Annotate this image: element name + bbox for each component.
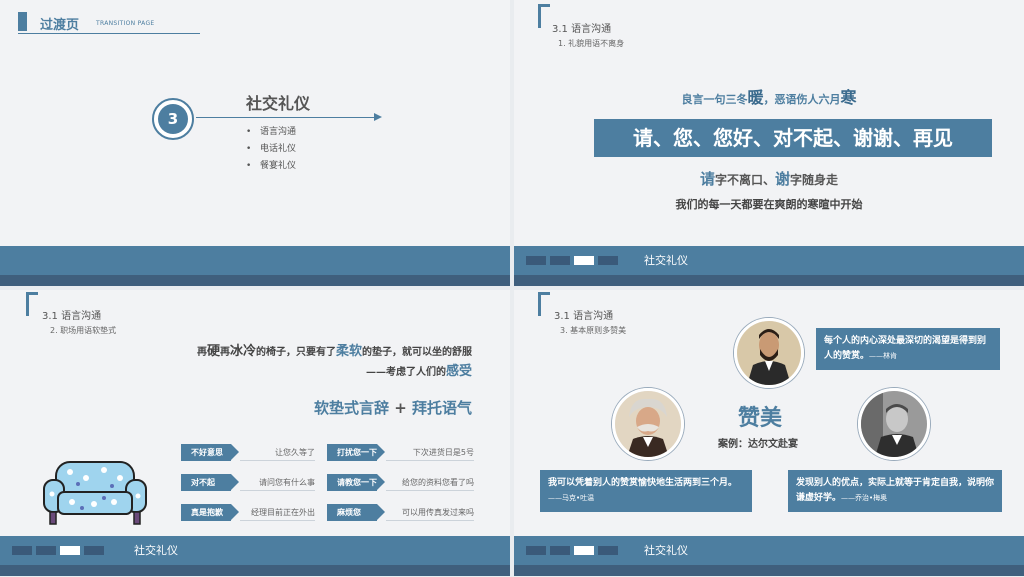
footer-band: 社交礼仪 [514, 536, 1024, 576]
quote-attribution: ——考虑了人们的感受 [365, 364, 472, 379]
footer-square [36, 546, 56, 555]
quote-bubble-twain: 我可以凭着别人的赞赏愉快地生活两到三个月。——马克•吐温 [540, 470, 752, 512]
footer-square [598, 546, 618, 555]
footer-square-active [574, 256, 594, 265]
phrase-text: 让您久等了 [240, 444, 315, 461]
section-number-badge: 3 [152, 98, 194, 140]
section-title: 3.1 语言沟通 [554, 311, 614, 322]
list-item: • 餐宴礼仪 [246, 158, 296, 175]
section-subtitle: 2. 职场用语软垫式 [50, 326, 117, 335]
bullet-icon: • [246, 161, 252, 171]
phrase-text: 给您的资料您看了吗 [386, 474, 474, 491]
phrase-tag: 对不起 [181, 474, 239, 491]
slide-transition[interactable]: 过渡页 TRANSITION PAGE 3 社交礼仪 • 语言沟通 • 电话礼仪 •… [0, 0, 510, 286]
corner-bracket-icon [538, 4, 550, 28]
section-subtitle: 1. 礼貌用语不离身 [558, 39, 625, 48]
corner-bracket-icon [26, 292, 38, 316]
phrase-tag: 麻烦您 [327, 504, 385, 521]
quote: 再硬再冰冷的椅子，只要有了柔软的垫子，就可以坐的舒服 [196, 344, 472, 359]
sofa-icon [43, 461, 147, 525]
list-item: • 语言沟通 [246, 124, 296, 141]
footer-label: 社交礼仪 [644, 544, 688, 557]
footer-square [550, 256, 570, 265]
phrase-tag: 打扰您一下 [327, 444, 385, 461]
divider-line [196, 117, 378, 118]
footer-label: 社交礼仪 [134, 544, 178, 557]
footer-square [550, 546, 570, 555]
tagline: 我们的每一天都要在爽朗的寒暄中开始 [675, 198, 863, 211]
quote-bubble-lincoln: 每个人的内心深处最深切的渴望是得到别人的赞赏。——林肯 [816, 328, 1000, 370]
topic-list: • 语言沟通 • 电话礼仪 • 餐宴礼仪 [246, 124, 296, 175]
portrait-lincoln [734, 318, 804, 388]
corner-bracket-icon [538, 292, 550, 316]
proverb: 良言一句三冬暖，恶语伤人六月寒 [681, 88, 857, 107]
page-subtitle: TRANSITION PAGE [96, 20, 155, 27]
arrow-icon [374, 113, 382, 121]
slide-cushion-language[interactable]: 3.1 语言沟通 2. 职场用语软垫式 再硬再冰冷的椅子，只要有了柔软的垫子，就… [0, 290, 510, 576]
title-bar: 过渡页 TRANSITION PAGE [18, 12, 200, 34]
title-marker [18, 12, 27, 31]
bullet-icon: • [246, 144, 252, 154]
phrase-tag: 真是抱歉 [181, 504, 239, 521]
section-number: 3 [158, 104, 188, 134]
footer-band [0, 246, 510, 286]
footer-square [526, 546, 546, 555]
footer-square [84, 546, 104, 555]
section-title: 3.1 语言沟通 [552, 24, 612, 35]
phrase-text: 下次进货日是5号 [386, 444, 474, 461]
phrase-tag: 请教您一下 [327, 474, 385, 491]
phrase-text: 请问您有什么事 [240, 474, 315, 491]
section-title: 3.1 语言沟通 [42, 311, 102, 322]
footer-label: 社交礼仪 [644, 254, 688, 267]
slide-praise[interactable]: 3.1 语言沟通 3. 基本原则多赞美 每个人的内心深处最深切的渴望是得到别人的… [514, 290, 1024, 576]
phrase-text: 经理目前正在外出 [240, 504, 315, 521]
footer-band: 社交礼仪 [0, 536, 510, 576]
slide-polite-language[interactable]: 3.1 语言沟通 1. 礼貌用语不离身 良言一句三冬暖，恶语伤人六月寒 请、您、… [514, 0, 1024, 286]
portrait-mayo [858, 388, 930, 460]
formula-heading: 软垫式言辞 + 拜托语气 [313, 399, 472, 417]
phrase-tag: 不好意思 [181, 444, 239, 461]
motto: 请字不离口、谢字随身走 [699, 170, 839, 188]
case-label: 案例：达尔文赴宴 [718, 439, 798, 450]
footer-square [598, 256, 618, 265]
section-subtitle: 3. 基本原则多赞美 [560, 326, 627, 335]
section-heading: 社交礼仪 [246, 94, 311, 113]
footer-square [526, 256, 546, 265]
footer-square-active [60, 546, 80, 555]
quote-bubble-mayo: 发现别人的优点，实际上就等于肯定自我，说明你谦虚好学。——乔治•梅奥 [788, 470, 1002, 512]
list-item: • 电话礼仪 [246, 141, 296, 158]
footer-band: 社交礼仪 [514, 246, 1024, 286]
footer-square [12, 546, 32, 555]
praise-heading: 赞美 [738, 406, 783, 431]
portrait-twain [612, 388, 684, 460]
polite-words-box: 请、您、您好、对不起、谢谢、再见 [594, 119, 992, 157]
footer-square-active [574, 546, 594, 555]
page-title: 过渡页 [40, 18, 80, 33]
phrase-text: 可以用传真发过来吗 [386, 504, 474, 521]
bullet-icon: • [246, 127, 252, 137]
